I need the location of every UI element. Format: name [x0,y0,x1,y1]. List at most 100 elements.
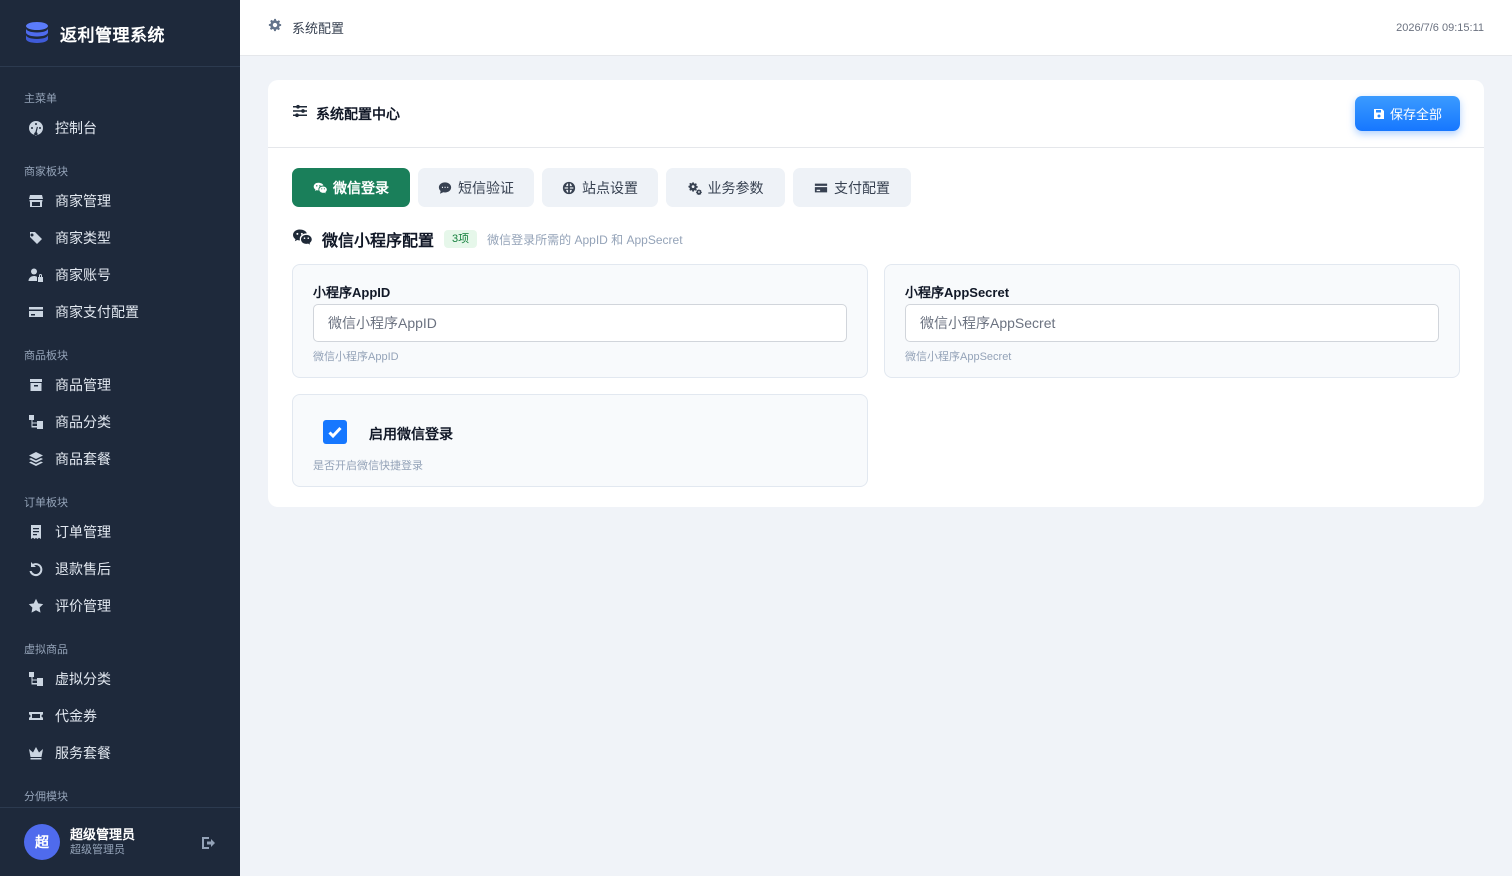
sidebar-item-product-management[interactable]: 商品管理 [0,366,240,403]
current-time: 2026/7/6 09:15:11 [1396,21,1484,34]
database-icon [26,22,48,43]
config-card: 系统配置中心 保存全部 微信登录 短信验证 站点设置 业务参数 支付配置 微信小… [268,80,1484,507]
user-role: 超级管理员 [70,843,125,856]
sidebar-item-refund[interactable]: 退款售后 [0,550,240,587]
crown-icon [28,745,44,761]
top-bar: 系统配置 2026/7/6 09:15:11 [240,0,1512,56]
sidebar-item-label: 商家支付配置 [55,303,139,320]
sidebar-item-label: 虚拟分类 [55,670,111,687]
tab-business-params[interactable]: 业务参数 [666,168,785,207]
sidebar-item-label: 代金券 [55,707,97,724]
appid-label: 小程序AppID [313,285,391,300]
sidebar-item-virtual-category[interactable]: 虚拟分类 [0,660,240,697]
sidebar-item-dashboard[interactable]: 控制台 [0,109,240,146]
sidebar-item-label: 退款售后 [55,560,111,577]
tab-label: 站点设置 [582,179,638,196]
sidebar-nav: 主菜单 控制台 商家板块 商家管理 商家类型 商家账号 商家支付配置 商品板块 [0,67,240,808]
appid-input[interactable] [313,304,847,342]
appid-hint: 微信小程序AppID [313,351,399,363]
sidebar: 返利管理系统 主菜单 控制台 商家板块 商家管理 商家类型 商家账号 商家支付配… [0,0,240,876]
star-icon [28,598,44,614]
ticket-icon [28,708,44,724]
sitemap-icon [28,414,44,430]
nav-group-title: 商品板块 [24,350,68,362]
section-header: 微信小程序配置 3项 微信登录所需的 AppID 和 AppSecret [292,228,683,250]
sidebar-item-merchant-account[interactable]: 商家账号 [0,256,240,293]
sliders-icon [292,103,308,124]
sidebar-item-label: 控制台 [55,119,97,136]
user-lock-icon [28,267,44,283]
tags-icon [28,230,44,246]
check-icon [328,426,342,439]
app-title: 返利管理系统 [60,25,165,45]
count-badge: 3项 [444,230,478,248]
nav-group-title: 订单板块 [24,497,68,509]
enable-wechat-checkbox[interactable] [323,420,347,444]
user-name: 超级管理员 [70,826,136,842]
tab-label: 支付配置 [834,179,890,196]
appsecret-input[interactable] [905,304,1439,342]
nav-group-title: 虚拟商品 [24,644,68,656]
tab-sms-verification[interactable]: 短信验证 [418,168,534,207]
sidebar-item-label: 订单管理 [55,523,111,540]
section-description: 微信登录所需的 AppID 和 AppSecret [487,232,683,247]
tab-label: 微信登录 [333,179,389,196]
sidebar-item-merchant-payment[interactable]: 商家支付配置 [0,293,240,330]
sidebar-item-product-package[interactable]: 商品套餐 [0,440,240,477]
sidebar-item-label: 评价管理 [55,597,111,614]
sidebar-item-label: 商家账号 [55,266,111,283]
box-icon [28,377,44,393]
sidebar-item-product-category[interactable]: 商品分类 [0,403,240,440]
user-info: 超级管理员 超级管理员 [70,827,135,858]
nav-group-title: 商家板块 [24,166,68,178]
tab-site-settings[interactable]: 站点设置 [542,168,658,207]
nav-group-title: 主菜单 [24,93,57,105]
section-title: 微信小程序配置 [322,233,435,250]
gear-icon [268,18,282,37]
sidebar-item-reviews[interactable]: 评价管理 [0,587,240,624]
tab-payment-config[interactable]: 支付配置 [793,168,911,207]
sidebar-item-label: 商品套餐 [55,450,111,467]
sidebar-item-label: 商家管理 [55,192,111,209]
globe-icon [562,181,576,194]
store-icon [28,193,44,209]
sidebar-item-label: 商家类型 [55,229,111,246]
avatar: 超 [24,824,60,860]
enable-wechat-hint: 是否开启微信快捷登录 [313,460,423,472]
breadcrumb: 系统配置 [292,21,345,36]
receipt-icon [28,524,44,540]
logout-icon[interactable] [201,835,217,851]
credit-card-icon [28,304,44,320]
undo-icon [28,561,44,577]
save-all-label: 保存全部 [1389,107,1442,122]
tab-wechat-login[interactable]: 微信登录 [292,168,410,207]
credit-card-icon [814,183,828,192]
tab-label: 业务参数 [707,179,764,196]
sidebar-item-voucher[interactable]: 代金券 [0,697,240,734]
nav-group-title: 分佣模块 [24,791,68,803]
sidebar-item-label: 商品管理 [55,376,111,393]
wechat-icon [292,227,312,252]
appid-field-card: 小程序AppID 微信小程序AppID [292,264,868,378]
card-header: 系统配置中心 保存全部 [268,80,1484,148]
sidebar-item-service-package[interactable]: 服务套餐 [0,734,240,771]
enable-wechat-field-card: 启用微信登录 是否开启微信快捷登录 [292,394,868,487]
enable-wechat-label: 启用微信登录 [369,426,453,442]
save-all-button[interactable]: 保存全部 [1355,96,1460,131]
sidebar-item-order-management[interactable]: 订单管理 [0,513,240,550]
appsecret-field-card: 小程序AppSecret 微信小程序AppSecret [884,264,1460,378]
sidebar-item-merchant-management[interactable]: 商家管理 [0,182,240,219]
config-tabs: 微信登录 短信验证 站点设置 业务参数 支付配置 [292,168,919,207]
dashboard-icon [28,120,44,136]
tab-label: 短信验证 [458,179,514,196]
sidebar-item-label: 服务套餐 [55,744,111,761]
sidebar-item-merchant-type[interactable]: 商家类型 [0,219,240,256]
layers-icon [28,451,44,467]
sitemap-icon [28,671,44,687]
save-icon [1373,108,1384,119]
sidebar-item-label: 商品分类 [55,413,111,430]
user-profile: 超 超级管理员 超级管理员 [0,807,240,876]
wechat-icon [313,182,327,193]
card-title: 系统配置中心 [316,105,400,122]
sms-icon [438,181,452,194]
